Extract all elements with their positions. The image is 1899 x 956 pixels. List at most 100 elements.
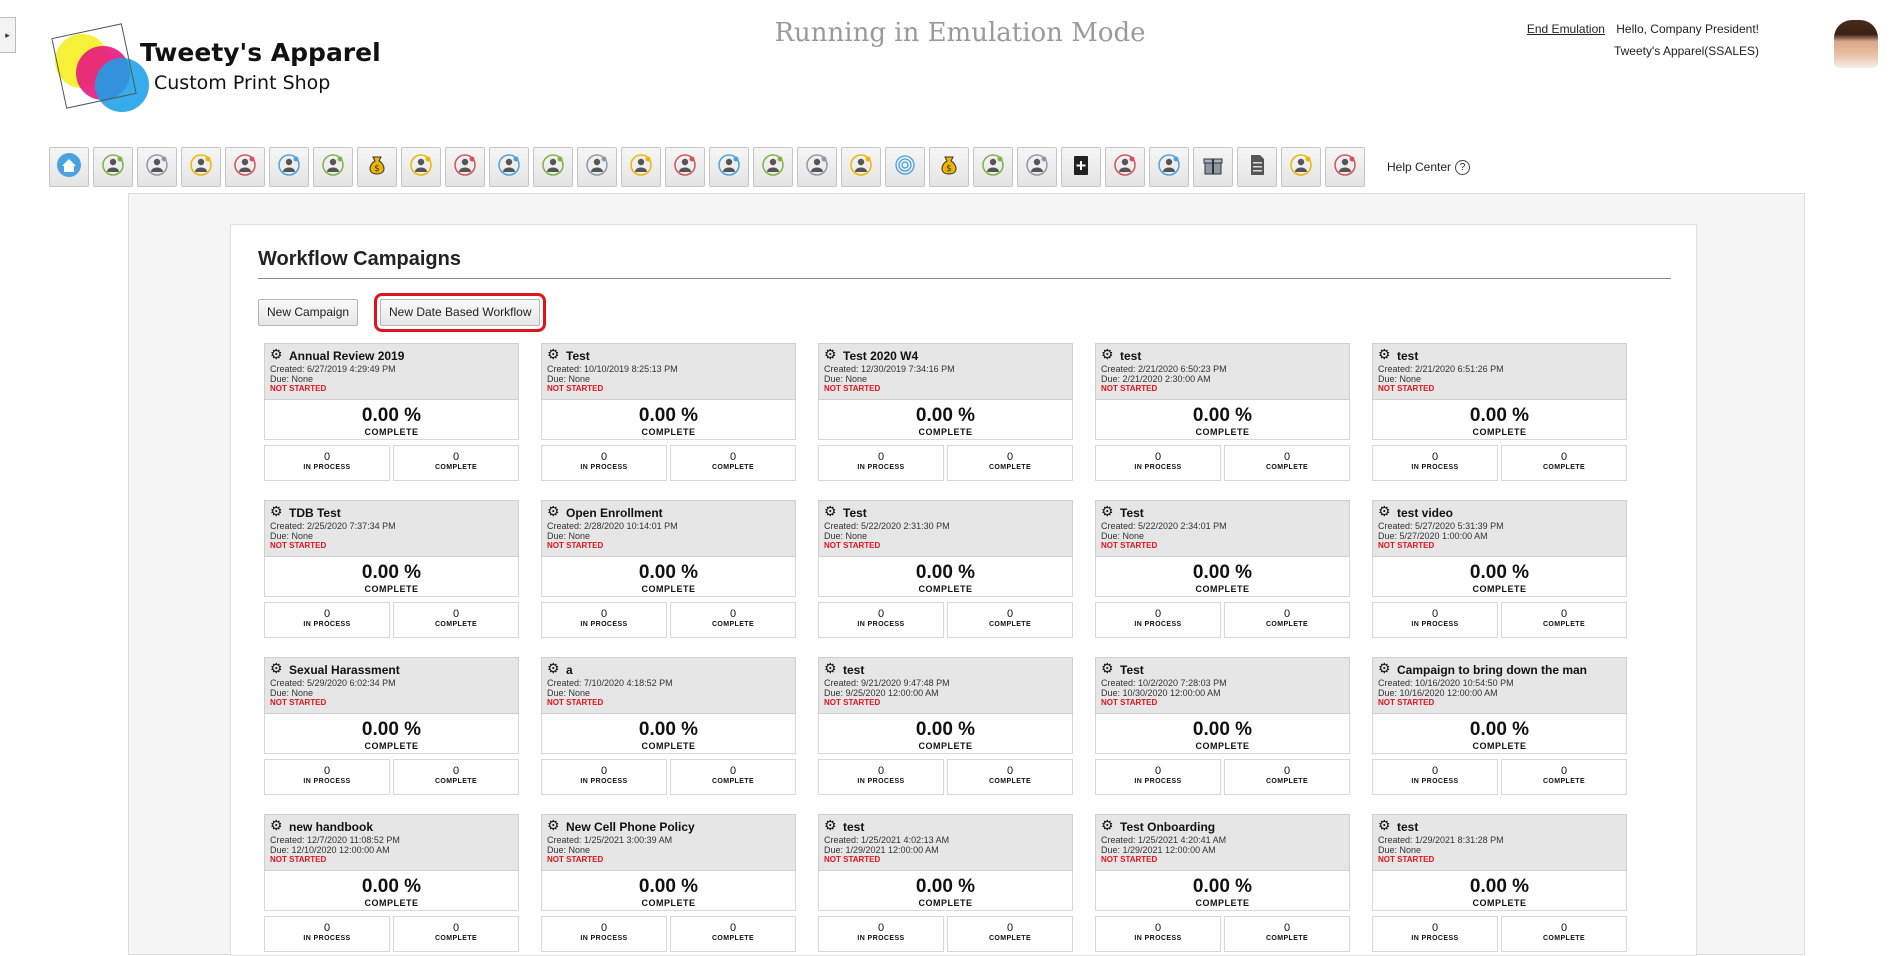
gear-icon[interactable]: ⚙ (547, 818, 560, 832)
campaign-title[interactable]: TDB Test (289, 506, 341, 520)
in-process-stat[interactable]: 0 IN PROCESS (1372, 602, 1498, 638)
campaign-card[interactable]: ⚙ Test Onboarding Created: 1/25/2021 4:20:… (1095, 814, 1350, 952)
campaign-title[interactable]: Test (566, 349, 590, 363)
toolbar-button-23[interactable] (1017, 147, 1057, 187)
side-panel-toggle[interactable]: ▸ (0, 17, 16, 53)
gear-icon[interactable]: ⚙ (270, 347, 283, 361)
campaign-card[interactable]: ⚙ test Created: 2/21/2020 6:51:26 PM Due: N… (1372, 343, 1627, 481)
campaign-card[interactable]: ⚙ Test Created: 10/10/2019 8:25:13 PM Due: … (541, 343, 796, 481)
new-campaign-button[interactable]: New Campaign (258, 299, 358, 326)
complete-stat[interactable]: 0 COMPLETE (670, 602, 796, 638)
toolbar-button-21[interactable]: $ (929, 147, 969, 187)
campaign-title[interactable]: Test Onboarding (1120, 820, 1215, 834)
gear-icon[interactable]: ⚙ (270, 661, 283, 675)
campaign-card[interactable]: ⚙ Annual Review 2019 Created: 6/27/2019 4:… (264, 343, 519, 481)
gear-icon[interactable]: ⚙ (1378, 504, 1391, 518)
toolbar-button-18[interactable] (797, 147, 837, 187)
complete-stat[interactable]: 0 COMPLETE (670, 916, 796, 952)
campaign-card[interactable]: ⚙ Test Created: 10/2/2020 7:28:03 PM Due: 1… (1095, 657, 1350, 795)
gear-icon[interactable]: ⚙ (547, 504, 560, 518)
in-process-stat[interactable]: 0 IN PROCESS (1095, 602, 1221, 638)
toolbar-button-4[interactable] (181, 147, 221, 187)
complete-stat[interactable]: 0 COMPLETE (1501, 759, 1627, 795)
toolbar-button-25[interactable] (1105, 147, 1145, 187)
in-process-stat[interactable]: 0 IN PROCESS (264, 602, 390, 638)
complete-stat[interactable]: 0 COMPLETE (947, 445, 1073, 481)
toolbar-button-15[interactable] (665, 147, 705, 187)
campaign-title[interactable]: test (1120, 349, 1141, 363)
in-process-stat[interactable]: 0 IN PROCESS (1095, 916, 1221, 952)
gear-icon[interactable]: ⚙ (270, 504, 283, 518)
gear-icon[interactable]: ⚙ (270, 818, 283, 832)
toolbar-button-1[interactable] (49, 147, 89, 187)
in-process-stat[interactable]: 0 IN PROCESS (1372, 759, 1498, 795)
gear-icon[interactable]: ⚙ (1378, 818, 1391, 832)
campaign-card[interactable]: ⚙ Sexual Harassment Created: 5/29/2020 6:0… (264, 657, 519, 795)
toolbar-button-20[interactable] (885, 147, 925, 187)
complete-stat[interactable]: 0 COMPLETE (1224, 445, 1350, 481)
toolbar-button-11[interactable] (489, 147, 529, 187)
toolbar-button-6[interactable] (269, 147, 309, 187)
complete-stat[interactable]: 0 COMPLETE (393, 445, 519, 481)
toolbar-button-16[interactable] (709, 147, 749, 187)
campaign-title[interactable]: Annual Review 2019 (289, 349, 404, 363)
toolbar-button-28[interactable] (1237, 147, 1277, 187)
in-process-stat[interactable]: 0 IN PROCESS (541, 445, 667, 481)
gear-icon[interactable]: ⚙ (1101, 818, 1114, 832)
in-process-stat[interactable]: 0 IN PROCESS (264, 445, 390, 481)
complete-stat[interactable]: 0 COMPLETE (1501, 916, 1627, 952)
campaign-card[interactable]: ⚙ test Created: 1/29/2021 8:31:28 PM Due: N… (1372, 814, 1627, 952)
campaign-title[interactable]: New Cell Phone Policy (566, 820, 695, 834)
gear-icon[interactable]: ⚙ (547, 347, 560, 361)
campaign-card[interactable]: ⚙ new handbook Created: 12/7/2020 11:08:52… (264, 814, 519, 952)
campaign-card[interactable]: ⚙ test Created: 9/21/2020 9:47:48 PM Due: 9… (818, 657, 1073, 795)
in-process-stat[interactable]: 0 IN PROCESS (1372, 916, 1498, 952)
in-process-stat[interactable]: 0 IN PROCESS (541, 602, 667, 638)
campaign-title[interactable]: test (843, 663, 864, 677)
toolbar-button-27[interactable] (1193, 147, 1233, 187)
in-process-stat[interactable]: 0 IN PROCESS (818, 602, 944, 638)
toolbar-button-10[interactable] (445, 147, 485, 187)
toolbar-button-9[interactable] (401, 147, 441, 187)
toolbar-button-24[interactable] (1061, 147, 1101, 187)
campaign-title[interactable]: Test (1120, 506, 1144, 520)
toolbar-button-17[interactable] (753, 147, 793, 187)
end-emulation-link[interactable]: End Emulation (1527, 22, 1605, 36)
campaign-title[interactable]: a (566, 663, 573, 677)
campaign-card[interactable]: ⚙ a Created: 7/10/2020 4:18:52 PM Due: None… (541, 657, 796, 795)
campaign-title[interactable]: Test (843, 506, 867, 520)
gear-icon[interactable]: ⚙ (1101, 661, 1114, 675)
complete-stat[interactable]: 0 COMPLETE (1224, 916, 1350, 952)
campaign-title[interactable]: Campaign to bring down the man (1397, 663, 1587, 677)
toolbar-button-13[interactable] (577, 147, 617, 187)
toolbar-button-2[interactable] (93, 147, 133, 187)
in-process-stat[interactable]: 0 IN PROCESS (541, 759, 667, 795)
toolbar-button-29[interactable] (1281, 147, 1321, 187)
in-process-stat[interactable]: 0 IN PROCESS (541, 916, 667, 952)
in-process-stat[interactable]: 0 IN PROCESS (264, 916, 390, 952)
toolbar-button-22[interactable] (973, 147, 1013, 187)
in-process-stat[interactable]: 0 IN PROCESS (818, 916, 944, 952)
complete-stat[interactable]: 0 COMPLETE (947, 602, 1073, 638)
toolbar-button-12[interactable] (533, 147, 573, 187)
gear-icon[interactable]: ⚙ (824, 347, 837, 361)
gear-icon[interactable]: ⚙ (824, 661, 837, 675)
toolbar-button-30[interactable] (1325, 147, 1365, 187)
campaign-card[interactable]: ⚙ test video Created: 5/27/2020 5:31:39 PM… (1372, 500, 1627, 638)
campaign-card[interactable]: ⚙ Test Created: 5/22/2020 2:34:01 PM Due: N… (1095, 500, 1350, 638)
toolbar-button-14[interactable] (621, 147, 661, 187)
campaign-card[interactable]: ⚙ test Created: 2/21/2020 6:50:23 PM Due: 2… (1095, 343, 1350, 481)
toolbar-button-19[interactable] (841, 147, 881, 187)
avatar[interactable] (1834, 20, 1878, 68)
in-process-stat[interactable]: 0 IN PROCESS (1095, 445, 1221, 481)
complete-stat[interactable]: 0 COMPLETE (393, 759, 519, 795)
complete-stat[interactable]: 0 COMPLETE (393, 602, 519, 638)
campaign-title[interactable]: test (843, 820, 864, 834)
complete-stat[interactable]: 0 COMPLETE (1501, 602, 1627, 638)
campaign-card[interactable]: ⚙ Campaign to bring down the man Created: … (1372, 657, 1627, 795)
complete-stat[interactable]: 0 COMPLETE (947, 916, 1073, 952)
gear-icon[interactable]: ⚙ (1378, 661, 1391, 675)
in-process-stat[interactable]: 0 IN PROCESS (818, 445, 944, 481)
campaign-title[interactable]: Test (1120, 663, 1144, 677)
in-process-stat[interactable]: 0 IN PROCESS (264, 759, 390, 795)
